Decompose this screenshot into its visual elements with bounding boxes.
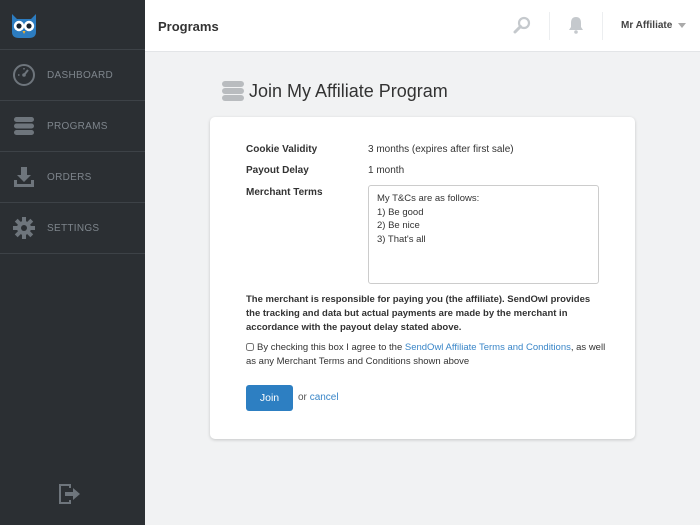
sidebar-item-label: PROGRAMS <box>47 120 108 132</box>
agree-checkbox[interactable] <box>246 343 254 351</box>
sidebar-item-label: SETTINGS <box>47 222 100 234</box>
logo-area <box>0 0 145 50</box>
sidebar-item-dashboard[interactable]: DASHBOARD <box>0 50 145 101</box>
merchant-terms-label: Merchant Terms <box>246 187 323 198</box>
top-header: Programs Mr Affiliate <box>145 0 700 52</box>
or-text: or <box>298 392 307 403</box>
logout-button[interactable] <box>57 482 83 511</box>
cookie-validity-label: Cookie Validity <box>246 144 318 155</box>
sidebar-item-orders[interactable]: ORDERS <box>0 152 145 203</box>
sidebar-item-programs[interactable]: PROGRAMS <box>0 101 145 152</box>
logout-icon <box>59 484 80 504</box>
download-tray-icon <box>0 165 47 189</box>
agree-text-prefix: By checking this box I agree to the <box>257 342 405 353</box>
database-stack-icon <box>0 114 47 138</box>
page-heading: Join My Affiliate Program <box>249 80 448 101</box>
merchant-terms-textarea[interactable]: My T&Cs are as follows: 1) Be good 2) Be… <box>368 185 599 284</box>
cookie-validity-value: 3 months (expires after first sale) <box>368 144 514 155</box>
or-cancel: or cancel <box>298 392 339 403</box>
cancel-link[interactable]: cancel <box>310 392 339 403</box>
header-divider <box>549 12 550 40</box>
sidebar-item-settings[interactable]: SETTINGS <box>0 203 145 254</box>
join-button[interactable]: Join <box>246 385 293 411</box>
payment-notice: The merchant is responsible for paying y… <box>246 294 591 333</box>
speedometer-icon <box>0 63 47 87</box>
page-title: Programs <box>158 19 219 34</box>
gear-icon <box>0 216 47 240</box>
user-name: Mr Affiliate <box>621 20 673 31</box>
sidebar: DASHBOARD PROGRAMS ORDERS SETTINGS <box>0 0 145 525</box>
owl-logo-icon[interactable] <box>9 10 39 40</box>
search-icon <box>513 16 531 34</box>
database-stack-icon <box>222 81 244 101</box>
bell-icon <box>569 17 583 34</box>
chevron-down-icon <box>678 23 687 28</box>
header-divider <box>602 12 603 40</box>
payout-delay-label: Payout Delay <box>246 165 309 176</box>
sidebar-item-label: DASHBOARD <box>47 69 114 81</box>
payout-delay-value: 1 month <box>368 165 405 176</box>
agree-terms-row: By checking this box I agree to the Send… <box>246 341 606 369</box>
terms-link[interactable]: SendOwl Affiliate Terms and Conditions <box>405 342 571 353</box>
user-menu[interactable]: Mr Affiliate <box>621 20 687 31</box>
search-button[interactable] <box>513 16 531 39</box>
sidebar-item-label: ORDERS <box>47 171 92 183</box>
join-program-card: Cookie Validity 3 months (expires after … <box>210 117 635 439</box>
section-heading: Join My Affiliate Program <box>221 79 448 103</box>
notifications-button[interactable] <box>567 16 585 39</box>
